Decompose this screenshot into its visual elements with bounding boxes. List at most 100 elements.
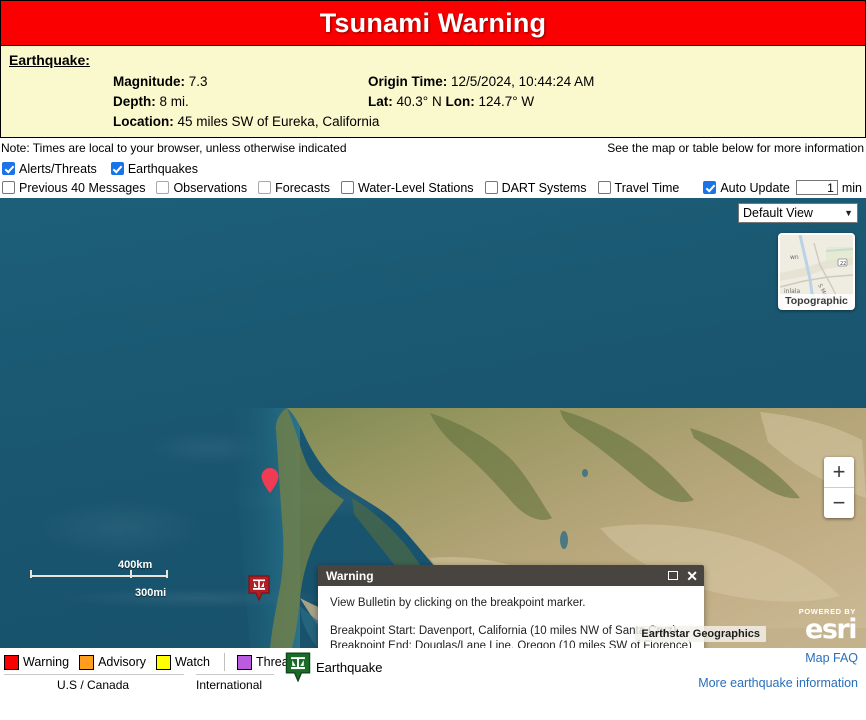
dialog-title-bar: Warning ✕: [318, 565, 704, 586]
auto-update-minutes-input[interactable]: [795, 180, 838, 195]
auto-update-unit: min: [841, 180, 862, 195]
legend-intl-rule: [196, 674, 274, 675]
legend-us-rule: [4, 674, 184, 675]
dialog-window-controls: ✕: [668, 569, 698, 583]
map-canvas[interactable]: Default View ▼ 22 wn inlala S Main St To…: [0, 198, 866, 648]
note-local-times: Note: Times are local to your browser, u…: [1, 141, 347, 155]
toggle-earthquakes[interactable]: Earthquakes: [110, 161, 198, 176]
checkbox-icon[interactable]: [341, 181, 354, 194]
magnitude-label: Magnitude:: [113, 74, 185, 89]
legend-item-earthquake: Earthquake: [285, 652, 383, 682]
scale-tick-start: [30, 570, 32, 578]
close-icon[interactable]: ✕: [686, 569, 698, 583]
layer-toggles-row-2: Previous 40 Messages Observations Foreca…: [0, 178, 866, 197]
legend-item-warning: Warning: [4, 654, 70, 670]
legend-item-threat: Threat: [237, 654, 292, 670]
checkbox-icon[interactable]: [597, 181, 611, 194]
toggle-water-level-stations[interactable]: Water-Level Stations: [341, 181, 474, 195]
checkbox-checked-icon[interactable]: [110, 162, 124, 175]
zoom-in-button[interactable]: +: [824, 457, 854, 488]
location-label: Location:: [113, 114, 174, 129]
toggle-label: DART Systems: [501, 180, 587, 195]
checkbox-checked-icon[interactable]: [703, 181, 717, 194]
legend-label: Watch: [175, 655, 210, 669]
magnitude-row: Magnitude: 7.3: [113, 74, 208, 89]
map-faq-link[interactable]: Map FAQ: [805, 651, 858, 665]
map-attribution: Earthstar Geographics: [635, 626, 766, 642]
depth-value: 8 mi.: [159, 94, 189, 109]
page-title: Tsunami Warning: [319, 7, 547, 38]
dialog-line-1: View Bulletin by clicking on the breakpo…: [330, 597, 586, 609]
note-row: Note: Times are local to your browser, u…: [0, 138, 866, 158]
scale-line: [30, 575, 167, 577]
lon-label: Lon:: [445, 94, 475, 109]
esri-wordmark: esri: [805, 614, 857, 645]
toggle-travel-time[interactable]: Travel Time: [597, 180, 680, 195]
location-value: 45 miles SW of Eureka, California: [177, 114, 380, 129]
legend-item-watch: Watch: [156, 654, 210, 670]
legend-label: Warning: [23, 655, 70, 669]
earthquake-icon: [285, 652, 311, 682]
checkbox-icon[interactable]: [484, 181, 498, 194]
checkbox-icon[interactable]: [156, 181, 170, 194]
toggle-label: Alerts/Threats: [19, 161, 97, 176]
scale-km-label: 400km: [118, 559, 153, 571]
checkbox-checked-icon[interactable]: [2, 162, 15, 175]
toggle-observations[interactable]: Observations: [156, 181, 247, 195]
more-earthquake-information-link[interactable]: More earthquake information: [698, 676, 858, 690]
earthquake-details: Magnitude: 7.3 Depth: 8 mi. Location: 45…: [1, 72, 865, 134]
legend-swatch-threat: [237, 654, 252, 670]
earthquake-info-panel: Earthquake: Magnitude: 7.3 Depth: 8 mi. …: [0, 46, 866, 138]
checkbox-icon[interactable]: [2, 181, 15, 194]
scale-tick-end: [166, 570, 168, 578]
toggle-label: Water-Level Stations: [358, 180, 474, 195]
note-see-map: See the map or table below for more info…: [607, 141, 864, 155]
legend-item-advisory: Advisory: [79, 654, 147, 670]
scale-tick-mid: [130, 570, 132, 578]
layer-toggles-row-1: Alerts/Threats Earthquakes: [0, 159, 866, 178]
chevron-down-icon[interactable]: ▼: [844, 208, 853, 218]
basemap-switcher[interactable]: 22 wn inlala S Main St Topographic: [778, 233, 855, 310]
breakpoint-north-marker[interactable]: [261, 468, 279, 493]
origin-time-row: Origin Time: 12/5/2024, 10:44:24 AM: [368, 74, 594, 89]
depth-row: Depth: 8 mi.: [113, 94, 189, 109]
thumb-street-1: wn: [790, 254, 799, 261]
restore-window-icon[interactable]: [668, 571, 679, 580]
earthquake-epicenter-marker[interactable]: [248, 575, 270, 602]
legend-swatch-watch: [156, 654, 172, 670]
dialog-title-text: Warning: [326, 568, 374, 583]
location-row: Location: 45 miles SW of Eureka, Califor…: [113, 114, 379, 129]
legend-earthquake-label: Earthquake: [316, 659, 383, 675]
legend-swatches: Warning Advisory Watch Threat: [0, 648, 866, 673]
legend-caption-us: U.S / Canada: [57, 678, 130, 692]
map-view-select[interactable]: Default View ▼: [738, 203, 858, 223]
zoom-out-button[interactable]: −: [824, 488, 854, 518]
toggle-alerts-threats[interactable]: Alerts/Threats: [2, 162, 97, 176]
toggle-label: Travel Time: [614, 180, 680, 195]
magnitude-value: 7.3: [188, 74, 208, 89]
auto-update-control[interactable]: Auto Update min: [703, 180, 866, 195]
toggle-forecasts[interactable]: Forecasts: [258, 181, 330, 195]
toggle-label: Earthquakes: [127, 161, 198, 176]
origin-time-value: 12/5/2024, 10:44:24 AM: [451, 74, 595, 89]
map-legend: Warning Advisory Watch Threat U.S / Cana…: [0, 648, 866, 700]
legend-caption-international: International: [196, 678, 263, 692]
lat-label: Lat:: [368, 94, 393, 109]
map-view-selected-value: Default View: [743, 206, 813, 220]
layer-toggles: Alerts/Threats Earthquakes Previous 40 M…: [0, 158, 866, 198]
legend-group-divider: [224, 653, 225, 671]
toggle-previous-40-messages[interactable]: Previous 40 Messages: [2, 181, 145, 195]
zoom-controls[interactable]: + −: [824, 457, 854, 518]
toggle-label: Previous 40 Messages: [19, 180, 146, 195]
checkbox-icon[interactable]: [258, 181, 272, 194]
toggle-label: Forecasts: [275, 180, 330, 195]
origin-time-label: Origin Time:: [368, 74, 448, 89]
toggle-dart-systems[interactable]: DART Systems: [484, 180, 587, 195]
depth-label: Depth:: [113, 94, 156, 109]
legend-swatch-warning: [4, 654, 19, 670]
auto-update-label: Auto Update: [720, 180, 790, 195]
tsunami-warning-banner: Tsunami Warning: [0, 0, 866, 46]
esri-logo[interactable]: POWERED BY esri: [799, 607, 858, 645]
legend-label: Advisory: [98, 655, 147, 669]
toggle-label: Observations: [173, 180, 248, 195]
